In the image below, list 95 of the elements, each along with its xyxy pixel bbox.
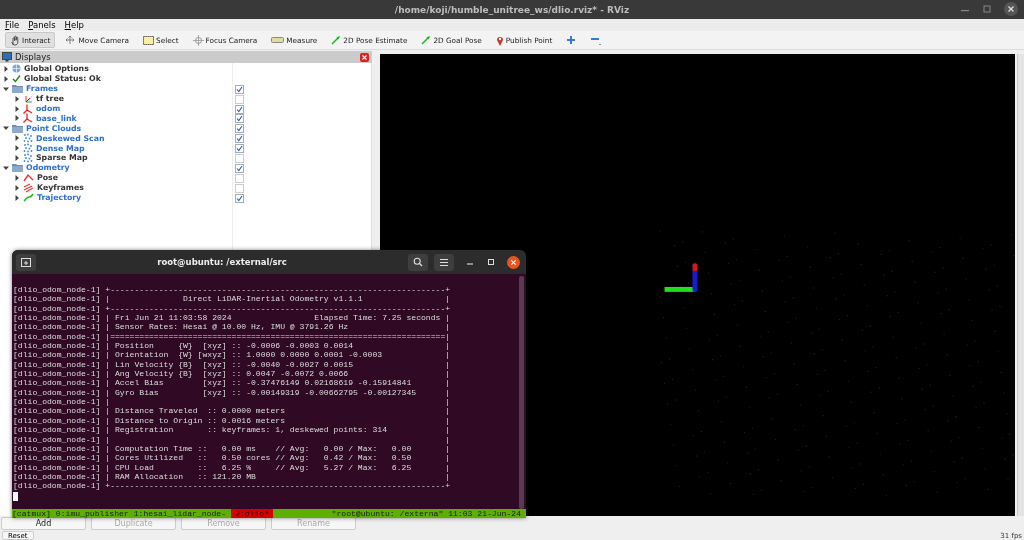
text-cursor xyxy=(13,491,18,501)
monitor-icon xyxy=(2,52,12,62)
arrow-icon xyxy=(331,35,342,45)
caret-icon[interactable] xyxy=(14,154,20,161)
checkbox[interactable] xyxy=(235,104,244,114)
keyframes-icon xyxy=(23,182,34,193)
point-cloud-icon xyxy=(23,143,33,154)
caret-icon[interactable] xyxy=(3,85,9,92)
checkbox[interactable] xyxy=(235,154,244,163)
terminal-line: [dlio_odom_node-1] | Lin Velocity {B} [xyz] :: -0.0040 -0.0027 0.0015 | xyxy=(13,359,452,370)
terminal-line: [dlio_odom_node-1] | Fri Jun 21 11:03:58 2024 Elapsed Time: 7.25 seconds | xyxy=(13,313,452,323)
close-icon[interactable] xyxy=(507,255,520,269)
search-button[interactable] xyxy=(408,253,428,271)
folder-icon xyxy=(12,163,23,173)
caret-icon[interactable] xyxy=(3,75,9,82)
menu-icon xyxy=(439,257,449,267)
checkbox[interactable] xyxy=(235,193,244,203)
checkbox[interactable] xyxy=(235,144,244,154)
checkbox[interactable] xyxy=(235,134,244,144)
new-tab-button[interactable] xyxy=(16,253,36,271)
checkbox[interactable] xyxy=(235,163,244,173)
trajectory-icon xyxy=(23,193,34,202)
terminal-title: root@ubuntu: /external/src xyxy=(156,257,288,267)
caret-icon[interactable] xyxy=(14,145,20,152)
ruler-icon xyxy=(271,37,285,43)
crosshair-icon xyxy=(192,34,204,46)
point-cloud-icon xyxy=(23,133,33,144)
menu-item[interactable]: Panels xyxy=(28,20,56,30)
caret-icon[interactable] xyxy=(3,164,9,171)
checkbox[interactable] xyxy=(235,124,244,134)
panel-title: Displays xyxy=(15,52,51,62)
folder-icon xyxy=(12,84,23,94)
hand-icon xyxy=(10,34,20,46)
terminal-line: [dlio_odom_node-1] | Direct LiDAR-Inertial Odometry v1.1.1 | xyxy=(13,294,452,304)
terminal-line: [dlio_odom_node-1] | Orientation {W} [wxyz] :: 1.0000 0.0000 0.0001 -0.0003 | xyxy=(13,350,452,360)
terminal-line: [dlio_odom_node-1] |=====================================================================| xyxy=(13,331,452,342)
terminal-line: [dlio_odom_node-1] | Cores Utilized :: 0.50 cores // Avg: 0.42 / Max: 0.50 | xyxy=(13,453,452,463)
scrollbar[interactable] xyxy=(1017,54,1024,516)
checkbox[interactable] xyxy=(235,173,244,183)
session-name: [catmux] xyxy=(12,509,52,518)
folder-icon xyxy=(12,123,23,133)
axes-icon xyxy=(23,93,33,104)
status-text: "root@ubuntu: /externa" 11:03 21-Jun-24 xyxy=(331,509,522,518)
terminal-line: [dlio_odom_node-1] | Position {W} [xyz] :: -0.0006 -0.0003 0.0014 | xyxy=(13,341,452,351)
caret-icon[interactable] xyxy=(3,65,9,72)
scrollbar[interactable] xyxy=(519,276,524,509)
pose-icon xyxy=(23,173,34,183)
terminal-line: [dlio_odom_node-1] | Accel Bias [xyz] :: -0.37476149 0.02168619 -0.15914841 | xyxy=(13,378,452,388)
caret-icon[interactable] xyxy=(14,135,20,142)
terminal-line: [dlio_odom_node-1] | | xyxy=(13,397,452,407)
pin-icon xyxy=(495,34,504,46)
checkbox[interactable] xyxy=(235,114,244,124)
terminal-line: [dlio_odom_node-1] | Distance to Origin :: 0.0016 meters | xyxy=(13,415,452,426)
terminal-line: [dlio_odom_node-1] | Gyro Bias [xyz] :: -0.00149319 -0.00662795 -0.00127345 | xyxy=(13,387,452,398)
new-tab-icon xyxy=(21,257,31,267)
terminal-line: [dlio_odom_node-1] | | xyxy=(13,434,452,444)
caret-icon[interactable] xyxy=(3,125,9,132)
axes-icon xyxy=(23,103,33,114)
window-title: /home/koji/humble_unitree_ws/dlio.rviz* - RViz xyxy=(394,4,630,15)
arrow-icon xyxy=(421,35,432,45)
terminal-line: [dlio_odom_node-1] | Ang Velocity {B} [xyz] :: 0.0047 -0.0072 0.0066 | xyxy=(13,369,452,379)
menu-item[interactable]: File xyxy=(5,20,20,30)
selection-icon xyxy=(143,35,154,45)
tmux-window-tab[interactable]: 0:imu_publisher xyxy=(55,509,134,518)
axes-icon xyxy=(23,113,33,124)
caret-icon[interactable] xyxy=(14,115,20,122)
search-icon xyxy=(413,257,423,267)
caret-icon[interactable] xyxy=(14,95,20,102)
axes-drawing xyxy=(664,263,698,292)
checkmark-icon xyxy=(12,74,21,84)
terminal-line: [dlio_odom_node-1] +---------------------------------------------------------------------+ xyxy=(13,481,452,491)
plus-icon xyxy=(566,35,577,45)
terminal-line: [dlio_odom_node-1] | Registration :: keyframes: 1, deskewed points: 314 | xyxy=(13,425,452,435)
checkbox[interactable] xyxy=(235,94,244,104)
terminal-line: [dlio_odom_node-1] +---------------------------------------------------------------------+ xyxy=(13,303,452,314)
close-icon[interactable] xyxy=(1004,2,1018,16)
menu-button[interactable] xyxy=(434,253,454,271)
caret-icon[interactable] xyxy=(14,184,20,191)
menu-item[interactable]: Help xyxy=(64,20,84,30)
checkbox[interactable] xyxy=(235,183,244,193)
terminal-line: [dlio_odom_node-1] | Sensor Rates: Hesai @ 10.00 Hz, IMU @ 3791.26 Hz | xyxy=(13,322,452,332)
caret-icon[interactable] xyxy=(14,194,20,201)
caret-icon[interactable] xyxy=(14,174,20,181)
terminal-line: [dlio_odom_node-1] +---------------------------------------------------------------------+ xyxy=(13,285,452,295)
tmux-window-tab[interactable]: 1:hesai_lidar_node- xyxy=(133,509,231,518)
maximize-icon[interactable] xyxy=(486,257,496,267)
terminal-line: [dlio_odom_node-1] | CPU Load :: 6.25 % // Avg: 5.27 / Max: 6.25 | xyxy=(13,462,452,472)
terminal-line: [dlio_odom_node-1] | Distance Traveled :: 0.0000 meters | xyxy=(13,406,452,416)
terminal-line: [dlio_odom_node-1] | RAM Allocation :: 121.20 MB | xyxy=(13,471,452,482)
move-icon xyxy=(64,35,77,45)
terminal-line: [dlio_odom_node-1] | Computation Time :: 0.00 ms // Avg: 0.00 / Max: 0.00 | xyxy=(13,443,452,454)
tmux-window-tab[interactable]: 2:dlio* xyxy=(231,509,273,518)
point-cloud-icon xyxy=(23,152,33,163)
checkbox[interactable] xyxy=(235,84,244,94)
caret-icon[interactable] xyxy=(14,105,20,112)
